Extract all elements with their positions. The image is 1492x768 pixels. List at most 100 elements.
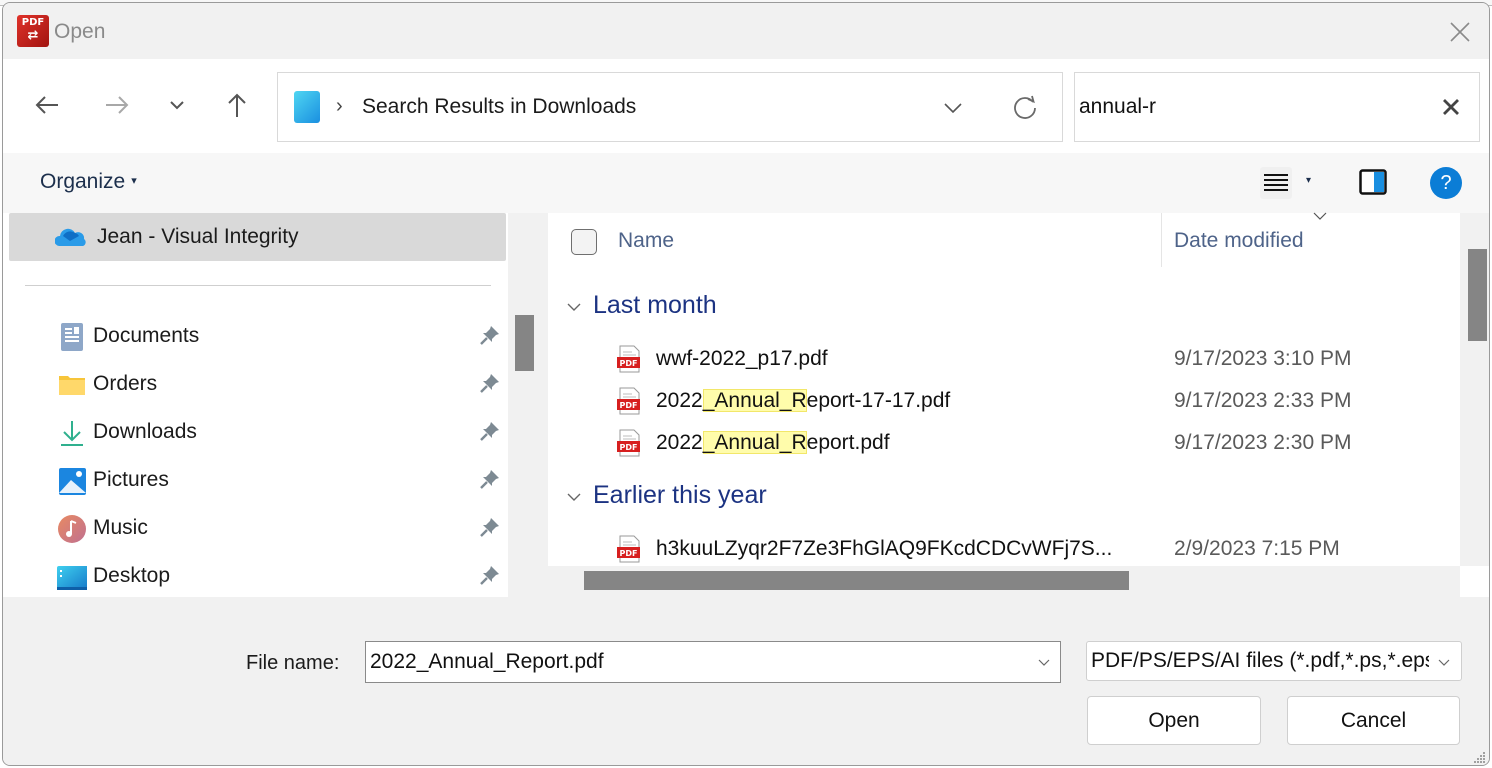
breadcrumb-search-results[interactable]: Search Results in Downloads — [362, 95, 636, 119]
pin-icon[interactable] — [479, 564, 501, 586]
nav-item-label: Music — [93, 516, 148, 539]
file-type-select[interactable]: PDF/PS/EPS/AI files (*.pdf,*.ps,*.eps,*.… — [1086, 641, 1462, 681]
pdf-file-icon: PDF — [617, 535, 640, 563]
download-icon — [61, 421, 83, 446]
pdf-app-icon: PDF ⇄ — [17, 15, 49, 47]
search-results-icon — [294, 91, 320, 123]
cancel-button[interactable]: Cancel — [1287, 696, 1460, 745]
onedrive-cloud-icon — [55, 228, 86, 246]
search-match-highlight: _Annual_R — [702, 431, 807, 454]
file-name-text: wwf-2022_p17.pdf — [656, 347, 828, 370]
breadcrumb-separator[interactable]: › — [336, 95, 343, 118]
pin-icon[interactable] — [479, 516, 501, 538]
music-icon — [58, 515, 86, 543]
file-type-value: PDF/PS/EPS/AI files (*.pdf,*.ps,*.eps,*.… — [1091, 649, 1429, 672]
forward-button[interactable] — [99, 87, 135, 123]
nav-item-orders[interactable]: Orders — [3, 361, 508, 407]
chevron-down-icon — [567, 303, 581, 311]
nav-pane-scrollbar[interactable] — [509, 213, 542, 597]
pdf-file-icon: PDF — [617, 345, 640, 373]
desktop-icon — [57, 566, 87, 590]
file-name-combobox[interactable] — [365, 641, 1061, 683]
nav-divider — [25, 285, 491, 286]
dialog-footer: File name: PDF/PS/EPS/AI files (*.pdf,*.… — [3, 597, 1489, 765]
documents-icon — [61, 323, 83, 351]
preview-pane-button[interactable] — [1359, 169, 1387, 195]
resize-grip-icon[interactable] — [1472, 750, 1486, 764]
nav-item-label: Downloads — [93, 420, 197, 443]
close-icon — [1450, 22, 1470, 42]
nav-item-documents[interactable]: Documents — [3, 313, 508, 359]
nav-pane-scroll-thumb[interactable] — [515, 315, 534, 371]
recent-locations-button[interactable] — [159, 87, 195, 123]
search-input[interactable] — [1079, 91, 1419, 123]
file-row[interactable]: PDF wwf-2022_p17.pdf 9/17/2023 3:10 PM — [608, 339, 1458, 379]
organize-menu-button[interactable]: Organize ▾ — [40, 170, 137, 194]
arrow-left-icon — [35, 96, 58, 114]
file-name-label: File name: — [246, 652, 340, 674]
refresh-icon — [1014, 95, 1036, 119]
refresh-button[interactable] — [1010, 93, 1040, 123]
column-header-date-modified[interactable]: Date modified — [1161, 212, 1460, 267]
file-row[interactable]: PDF h3kuuLZyqr2F7Ze3FhGlAQ9FKcdCDCvWFj7S… — [608, 529, 1458, 569]
file-row[interactable]: PDF 2022_Annual_Report.pdf 9/17/2023 2:3… — [608, 423, 1458, 463]
scrollbar-corner — [1460, 566, 1489, 597]
pin-icon[interactable] — [479, 420, 501, 442]
address-history-dropdown[interactable] — [940, 95, 966, 121]
pin-icon[interactable] — [479, 468, 501, 490]
svg-text:PDF: PDF — [620, 359, 638, 368]
file-name-input[interactable] — [370, 648, 1010, 676]
nav-item-pictures[interactable]: Pictures — [3, 457, 508, 503]
pdf-file-icon: PDF — [617, 429, 640, 457]
file-date: 9/17/2023 3:10 PM — [1174, 347, 1352, 370]
address-bar[interactable]: › Search Results in Downloads — [277, 72, 1063, 142]
group-header-earlier-this-year[interactable]: Earlier this year — [548, 477, 948, 517]
file-name-text: h3kuuLZyqr2F7Ze3FhGlAQ9FKcdCDCvWFj7S... — [656, 537, 1113, 560]
file-name: 2022_Annual_Report-17-17.pdf — [656, 389, 950, 413]
folder-icon — [59, 376, 85, 395]
chevron-down-icon — [567, 493, 581, 501]
up-button[interactable] — [219, 87, 255, 123]
svg-text:PDF: PDF — [620, 443, 638, 452]
change-view-button[interactable] — [1260, 167, 1292, 199]
nav-item-onedrive[interactable]: Jean - Visual Integrity — [9, 213, 506, 261]
select-all-checkbox[interactable] — [571, 229, 597, 255]
pictures-icon — [59, 468, 86, 495]
pin-icon[interactable] — [479, 372, 501, 394]
caret-down-icon: ▾ — [131, 175, 137, 187]
nav-item-onedrive-label: Jean - Visual Integrity — [97, 225, 299, 248]
file-date: 9/17/2023 2:30 PM — [1174, 431, 1352, 454]
close-button[interactable] — [1445, 17, 1475, 47]
file-date: 9/17/2023 2:33 PM — [1174, 389, 1352, 412]
open-button[interactable]: Open — [1087, 696, 1261, 745]
column-date-label: Date modified — [1174, 229, 1304, 252]
close-icon — [1443, 99, 1459, 115]
arrow-up-icon — [228, 93, 246, 117]
group-header-last-month[interactable]: Last month — [548, 287, 948, 327]
help-button[interactable]: ? — [1430, 167, 1462, 199]
preview-pane-icon — [1359, 169, 1387, 195]
organize-label: Organize — [40, 170, 126, 193]
back-button[interactable] — [29, 87, 65, 123]
chevron-down-icon — [1438, 659, 1450, 666]
nav-item-label: Documents — [93, 324, 200, 347]
pin-icon[interactable] — [479, 324, 501, 346]
sort-descending-icon — [1313, 212, 1327, 220]
title-bar: PDF ⇄ Open — [3, 3, 1489, 59]
nav-item-music[interactable]: Music — [3, 505, 508, 551]
file-row[interactable]: PDF 2022_Annual_Report-17-17.pdf 9/17/20… — [608, 381, 1458, 421]
file-list-vertical-scroll-thumb[interactable] — [1468, 249, 1487, 341]
svg-text:PDF: PDF — [620, 549, 638, 558]
navigation-bar: › Search Results in Downloads — [3, 59, 1489, 153]
column-header-name[interactable]: Name — [548, 213, 1161, 267]
command-bar: Organize ▾ ▾ ? — [3, 153, 1489, 213]
file-list: Name Date modified Last month PDF wwf-20… — [548, 212, 1460, 569]
pdf-file-icon: PDF — [617, 387, 640, 415]
file-list-horizontal-scroll-thumb[interactable] — [584, 571, 1129, 590]
chevron-down-icon[interactable] — [1036, 654, 1052, 670]
view-options-dropdown[interactable]: ▾ — [1306, 171, 1322, 191]
nav-item-downloads[interactable]: Downloads — [3, 409, 508, 455]
clear-search-button[interactable] — [1439, 95, 1463, 119]
nav-item-desktop[interactable]: Desktop — [3, 553, 508, 599]
search-box[interactable] — [1074, 72, 1480, 142]
